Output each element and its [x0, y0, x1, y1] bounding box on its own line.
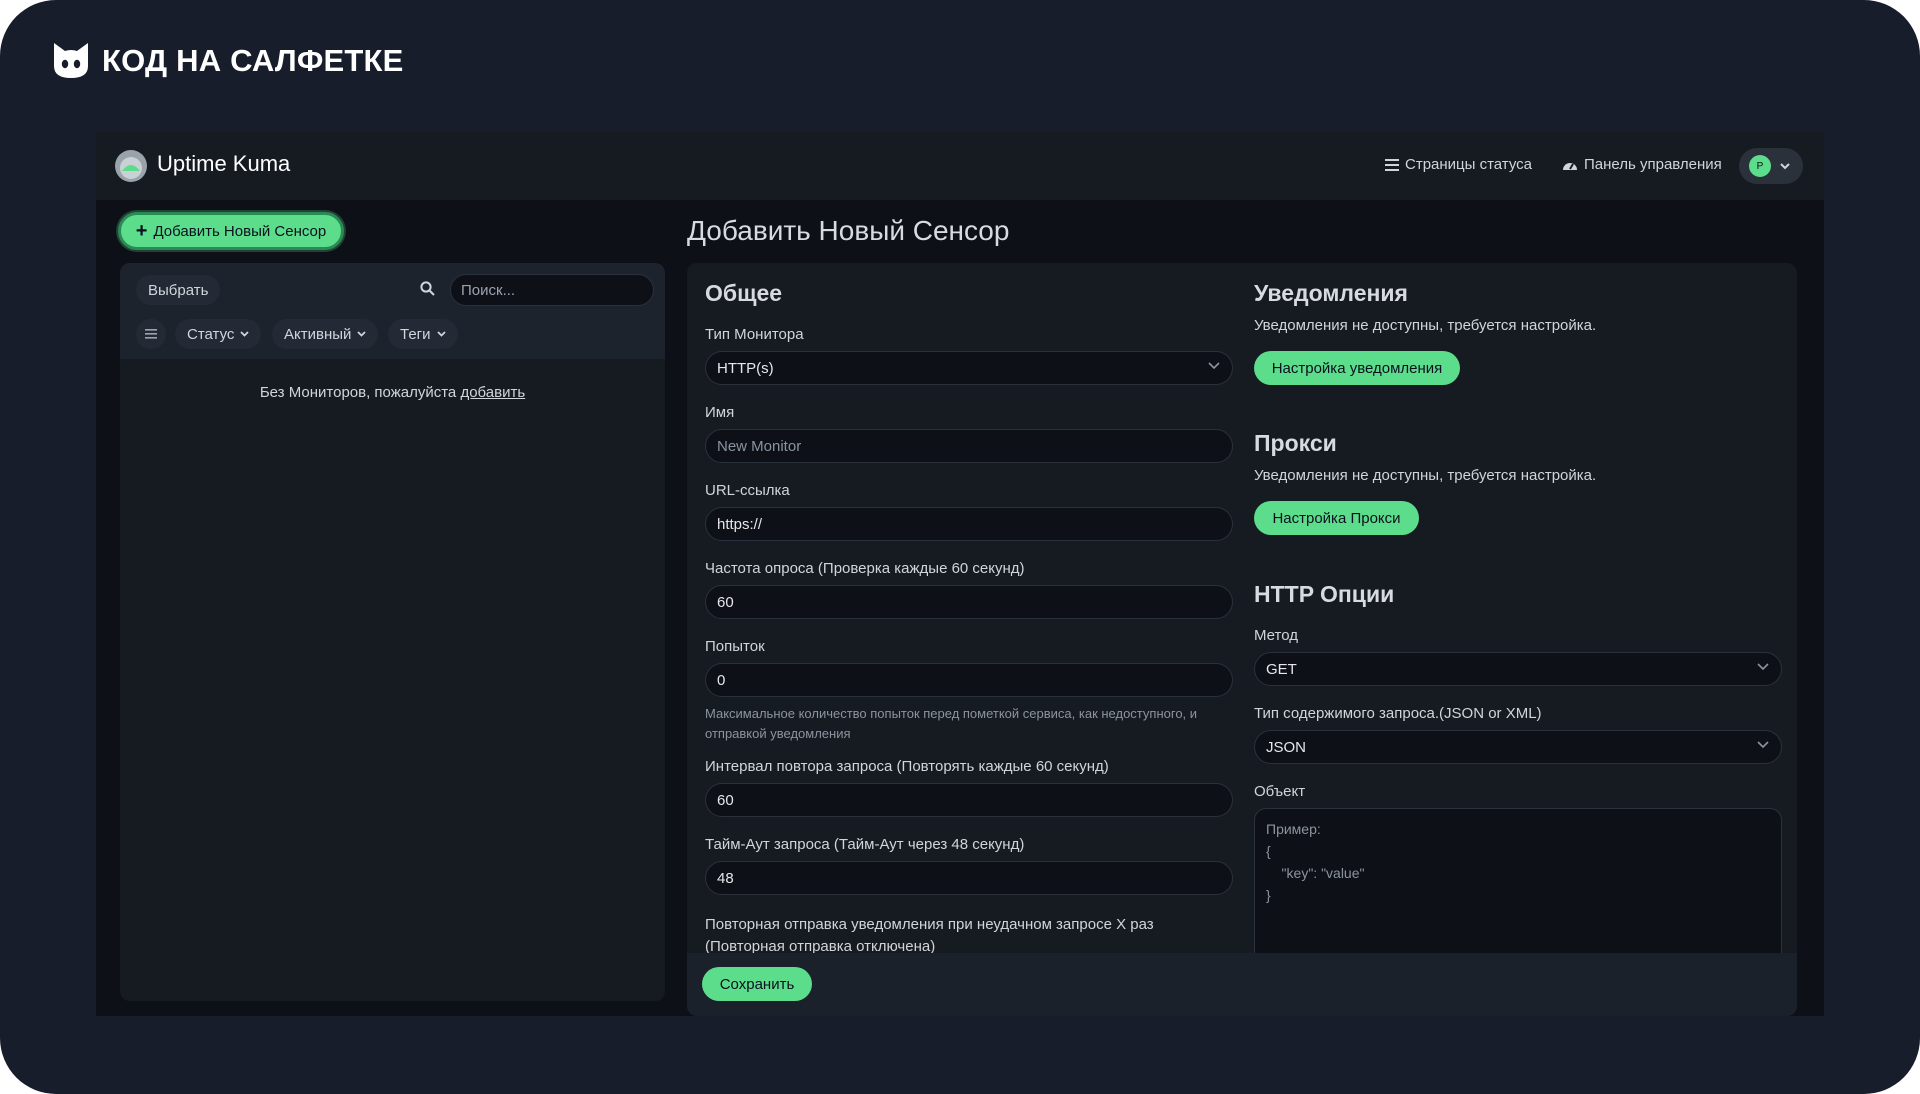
- chevron-down-icon: [240, 331, 250, 337]
- chevron-down-icon: [1757, 741, 1769, 749]
- filter-active-dropdown[interactable]: Активный: [272, 319, 379, 349]
- setup-notification-label: Настройка уведомления: [1271, 359, 1443, 377]
- monitor-type-select[interactable]: HTTP(s): [705, 351, 1233, 385]
- content-type-value: JSON: [1266, 738, 1307, 756]
- filter-status-label: Статус: [187, 325, 235, 343]
- retries-label: Попыток: [705, 638, 765, 655]
- filter-status-dropdown[interactable]: Статус: [175, 319, 262, 349]
- top-navbar: Uptime Kuma Страницы статуса Панель упра…: [96, 132, 1824, 200]
- retries-value: 0: [717, 671, 726, 689]
- add-monitor-link[interactable]: добавить: [460, 384, 525, 401]
- method-label: Метод: [1254, 627, 1298, 644]
- name-input[interactable]: New Monitor: [705, 429, 1233, 463]
- save-label: Сохранить: [719, 975, 795, 993]
- speedometer-icon: [1563, 162, 1577, 170]
- search-placeholder: Поиск...: [461, 281, 516, 299]
- setup-proxy-label: Настройка Прокси: [1272, 509, 1401, 527]
- monitor-list-header: Выбрать Поиск... Статус Активный Теги: [120, 263, 665, 359]
- content-type-select[interactable]: JSON: [1254, 730, 1782, 764]
- nav-dashboard-label: Панель управления: [1584, 156, 1722, 173]
- timeout-label: Тайм-Аут запроса (Тайм-Аут через 48 секу…: [705, 836, 1025, 853]
- monitor-list-panel: Выбрать Поиск... Статус Активный Теги Бе…: [120, 263, 665, 1001]
- monitor-type-value: HTTP(s): [717, 359, 774, 377]
- brand: КОД НА САЛФЕТКЕ: [50, 40, 404, 82]
- method-value: GET: [1266, 660, 1297, 678]
- interval-input[interactable]: 60: [705, 585, 1233, 619]
- retries-help-text: Максимальное количество попыток перед по…: [705, 706, 1198, 741]
- retry-interval-label: Интервал повтора запроса (Повторять кажд…: [705, 758, 1109, 775]
- plus-icon: +: [135, 220, 148, 242]
- body-label: Объект: [1254, 783, 1306, 800]
- retries-input[interactable]: 0: [705, 663, 1233, 697]
- filter-active-label: Активный: [284, 325, 352, 343]
- url-input[interactable]: https://: [705, 507, 1233, 541]
- save-button[interactable]: Сохранить: [702, 967, 812, 1001]
- nav-status-pages[interactable]: Страницы статуса: [1385, 156, 1532, 173]
- retry-interval-input[interactable]: 60: [705, 783, 1233, 817]
- monitor-type-label: Тип Монитора: [705, 326, 804, 343]
- screenshot-frame: КОД НА САЛФЕТКЕ Uptime Kuma Страницы ста…: [0, 0, 1920, 1094]
- search-input[interactable]: Поиск...: [450, 274, 654, 306]
- select-button[interactable]: Выбрать: [136, 275, 221, 305]
- notifications-heading: Уведомления: [1254, 280, 1408, 306]
- uptime-kuma-logo-icon: [115, 150, 147, 182]
- chevron-down-icon: [436, 331, 446, 337]
- empty-monitors-message: Без Мониторов, пожалуйста добавить: [120, 384, 665, 401]
- proxy-text: Уведомления не доступны, требуется настр…: [1254, 467, 1597, 484]
- page-title: Добавить Новый Сенсор: [687, 215, 1010, 246]
- http-options-heading: HTTP Опции: [1254, 581, 1395, 607]
- nav-status-pages-label: Страницы статуса: [1405, 156, 1533, 173]
- name-placeholder: New Monitor: [717, 437, 802, 455]
- timeout-input[interactable]: 48: [705, 861, 1233, 895]
- setup-notification-button[interactable]: Настройка уведомления: [1254, 351, 1460, 385]
- url-value: https://: [717, 515, 763, 533]
- add-monitor-button[interactable]: + Добавить Новый Сенсор: [118, 212, 344, 250]
- filter-lines-icon: [145, 329, 157, 339]
- avatar: P: [1749, 155, 1771, 177]
- empty-text: Без Мониторов, пожалуйста: [259, 384, 457, 401]
- cat-logo-icon: [54, 43, 88, 78]
- method-select[interactable]: GET: [1254, 652, 1782, 686]
- select-label: Выбрать: [148, 281, 209, 299]
- filter-tags-label: Теги: [400, 325, 431, 343]
- url-label: URL-ссылка: [705, 482, 790, 499]
- interval-value: 60: [717, 593, 734, 611]
- proxy-heading: Прокси: [1254, 430, 1337, 456]
- chevron-down-icon: [357, 331, 367, 337]
- monitor-form: Общее Тип Монитора HTTP(s) Имя New Monit…: [687, 263, 1797, 1016]
- general-heading: Общее: [705, 280, 783, 306]
- brand-name: КОД НА САЛФЕТКЕ: [102, 43, 404, 78]
- chevron-down-icon: [1208, 362, 1220, 370]
- filter-tags-dropdown[interactable]: Теги: [388, 319, 458, 349]
- app-title: Uptime Kuma: [157, 151, 291, 176]
- list-icon: [1385, 158, 1399, 171]
- interval-label: Частота опроса (Проверка каждые 60 секун…: [705, 560, 1025, 577]
- name-label: Имя: [705, 404, 735, 421]
- uptime-kuma-window: Uptime Kuma Страницы статуса Панель упра…: [96, 132, 1824, 1016]
- nav-dashboard[interactable]: Панель управления: [1562, 156, 1722, 173]
- resend-label: Повторная отправка уведомления при неуда…: [705, 916, 1154, 955]
- notifications-text: Уведомления не доступны, требуется настр…: [1254, 317, 1597, 334]
- chevron-down-icon: [1780, 162, 1790, 169]
- search-icon: [420, 281, 435, 301]
- chevron-down-icon: [1757, 663, 1769, 671]
- content-type-label: Тип содержимого запроса.(JSON or XML): [1254, 705, 1542, 722]
- form-footer: Сохранить: [687, 953, 1797, 1016]
- filter-toggle-button[interactable]: [136, 319, 166, 349]
- retry-interval-value: 60: [717, 791, 734, 809]
- profile-menu[interactable]: P: [1739, 148, 1803, 184]
- setup-proxy-button[interactable]: Настройка Прокси: [1254, 501, 1419, 535]
- timeout-value: 48: [717, 869, 734, 887]
- add-monitor-label: Добавить Новый Сенсор: [153, 222, 327, 240]
